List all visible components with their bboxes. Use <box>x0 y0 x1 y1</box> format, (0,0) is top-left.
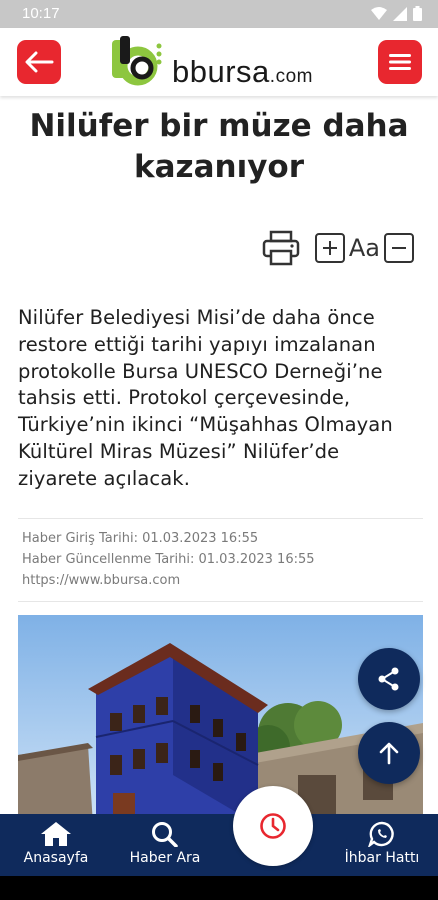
article-meta: Haber Giriş Tarihi: 01.03.2023 16:55 Hab… <box>18 518 423 602</box>
title-line-1: Nilüfer bir müze daha <box>29 108 409 144</box>
nav-tipline-label: İhbar Hattı <box>344 850 420 866</box>
updated-date: Haber Güncellenme Tarihi: 01.03.2023 16:… <box>22 552 315 567</box>
share-icon <box>378 667 399 691</box>
home-icon <box>41 822 71 846</box>
scroll-top-button[interactable] <box>358 722 420 784</box>
screen: 10:17 bbursa.com Nilüfer bir müze daha k… <box>0 0 438 900</box>
system-nav-bar <box>0 876 438 900</box>
article-tools: Aa <box>261 228 414 268</box>
back-button[interactable] <box>17 40 61 84</box>
menu-button[interactable] <box>378 40 422 84</box>
wifi-icon <box>371 6 387 20</box>
article-photo <box>18 615 423 825</box>
logo-text: bbursa.com <box>172 54 313 90</box>
bottom-nav: Anasayfa Haber Ara İhbar Hattı <box>0 814 438 876</box>
article-summary: Nilüfer Belediyesi Misi’de daha önce res… <box>18 306 393 490</box>
print-icon[interactable] <box>261 228 301 268</box>
arrow-left-icon <box>25 51 54 73</box>
share-button[interactable] <box>358 648 420 710</box>
status-icons <box>371 6 422 21</box>
battery-icon <box>413 6 422 21</box>
decrease-font-button[interactable] <box>384 233 414 263</box>
nav-home[interactable]: Anasayfa <box>16 814 96 876</box>
signal-icon <box>393 6 407 21</box>
nav-home-label: Anasayfa <box>23 850 89 866</box>
nav-tipline[interactable]: İhbar Hattı <box>340 814 424 876</box>
status-time: 10:17 <box>22 5 60 22</box>
whatsapp-icon <box>368 821 394 847</box>
nav-search[interactable]: Haber Ara <box>124 814 206 876</box>
museum-building-image <box>18 615 423 825</box>
increase-font-button[interactable] <box>314 233 345 263</box>
logo-mark-icon <box>112 36 162 86</box>
app-header: bbursa.com <box>0 28 438 96</box>
published-date: Haber Giriş Tarihi: 01.03.2023 16:55 <box>22 531 259 546</box>
arrow-up-icon <box>379 742 399 765</box>
nav-search-label: Haber Ara <box>129 850 201 866</box>
article-title: Nilüfer bir müze daha kazanıyor <box>14 106 424 188</box>
hamburger-icon <box>389 54 411 70</box>
site-logo[interactable]: bbursa.com <box>112 36 332 90</box>
title-line-2: kazanıyor <box>134 149 304 185</box>
logo-suffix: .com <box>269 66 313 87</box>
search-icon <box>152 822 178 847</box>
logo-name: bbursa <box>172 54 270 89</box>
clock-icon <box>260 813 286 839</box>
source-link[interactable]: https://www.bbursa.com <box>22 570 419 591</box>
latest-news-button[interactable] <box>233 786 313 866</box>
status-bar: 10:17 <box>0 0 438 28</box>
minus-icon <box>392 247 406 249</box>
plus-icon <box>322 241 337 255</box>
font-size-label: Aa <box>348 234 380 262</box>
